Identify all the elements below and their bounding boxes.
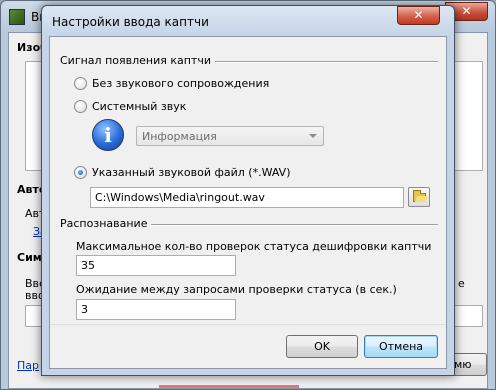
chevron-down-icon (309, 134, 317, 138)
wait-interval-label: Ожидание между запросами проверки статус… (76, 283, 397, 296)
signal-group-title: Сигнал появления каптчи (60, 54, 215, 67)
max-checks-label: Максимальное кол-во проверок статуса деш… (76, 240, 432, 253)
sound-file-path-input[interactable]: C:\Windows\Media\ringout.wav (90, 187, 404, 208)
radio-no-sound-label[interactable]: Без звукового сопровождения (92, 77, 269, 90)
background-footer-link[interactable]: Пар (17, 359, 39, 372)
captcha-settings-dialog: Настройки ввода каптчи ✕ Сигнал появлени… (41, 5, 455, 376)
radio-no-sound[interactable] (74, 77, 87, 90)
folder-open-icon (413, 190, 426, 202)
background-symbols-suffix: е (458, 277, 465, 290)
background-red-bar (159, 385, 299, 388)
app-icon (9, 9, 25, 25)
dialog-client-area: Сигнал появления каптчи Без звукового со… (49, 36, 447, 369)
radio-system-sound-label[interactable]: Системный звук (92, 100, 186, 113)
cancel-button[interactable]: Отмена (364, 335, 438, 358)
browse-file-button[interactable] (408, 187, 430, 207)
system-sound-select-value: Информация (142, 130, 217, 143)
max-checks-input[interactable]: 35 (76, 255, 236, 276)
wait-interval-input[interactable]: 3 (76, 299, 236, 320)
dialog-title: Настройки ввода каптчи (52, 15, 209, 29)
recognition-group-title: Распознавание (60, 217, 152, 230)
info-icon: i (92, 119, 124, 151)
radio-custom-file-label[interactable]: Указанный звуковой файл (*.WAV) (92, 166, 291, 179)
system-sound-select[interactable]: Информация (136, 126, 324, 146)
radio-system-sound[interactable] (74, 100, 87, 113)
dialog-footer: OK Отмена (50, 324, 446, 368)
radio-custom-file[interactable] (74, 166, 87, 179)
ok-button[interactable]: OK (286, 335, 358, 358)
dialog-close-button[interactable]: ✕ (397, 6, 440, 25)
